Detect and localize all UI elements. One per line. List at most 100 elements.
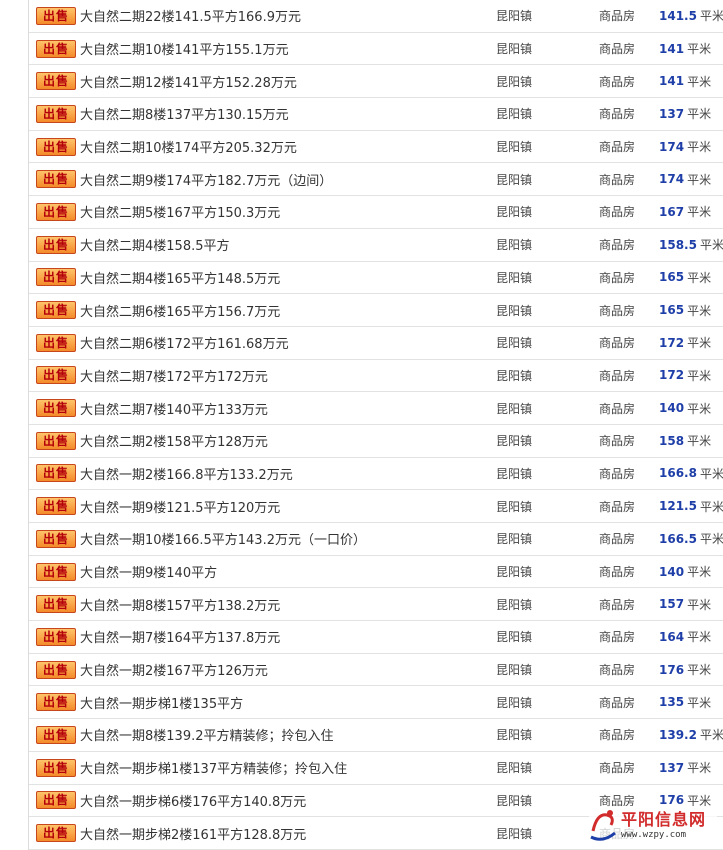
listing-property-type: 商品房	[599, 172, 636, 187]
listing-town: 昆阳镇	[496, 172, 533, 187]
listing-town: 昆阳镇	[496, 761, 533, 776]
for-sale-badge[interactable]: 出售	[36, 6, 76, 25]
listing-title-link[interactable]: 大自然一期步梯2楼161平方128.8万元	[80, 817, 306, 849]
listing-area-value: 174	[659, 139, 685, 154]
listing-row: 出售 大自然二期12楼141平方152.28万元 昆阳镇 商品房 141 平米	[29, 65, 723, 99]
for-sale-badge[interactable]: 出售	[36, 431, 76, 450]
for-sale-badge[interactable]: 出售	[36, 235, 76, 254]
listing-area: 140 平米	[659, 556, 711, 588]
for-sale-badge[interactable]: 出售	[36, 104, 76, 123]
listing-town: 昆阳镇	[496, 728, 533, 743]
listing-area-value: 141.5	[659, 8, 697, 23]
listing-title-link[interactable]: 大自然一期10楼166.5平方143.2万元（一口价）	[80, 523, 366, 555]
listing-area-unit: 平米	[687, 761, 712, 776]
for-sale-badge[interactable]: 出售	[36, 39, 76, 58]
listing-title-link[interactable]: 大自然一期8楼157平方138.2万元	[80, 588, 280, 620]
listing-title-link[interactable]: 大自然二期12楼141平方152.28万元	[80, 65, 297, 97]
for-sale-badge[interactable]: 出售	[36, 529, 76, 548]
listing-title-link[interactable]: 大自然二期2楼158平方128万元	[80, 425, 268, 457]
listing-row: 出售 大自然一期2楼166.8平方133.2万元 昆阳镇 商品房 166.8 平米	[29, 458, 723, 491]
listing-row: 出售 大自然一期7楼164平方137.8万元 昆阳镇 商品房 164 平米	[29, 621, 723, 654]
listing-area-unit: 平米	[699, 466, 723, 481]
for-sale-badge[interactable]: 出售	[36, 464, 76, 483]
listing-area-unit: 平米	[699, 728, 723, 743]
listing-property-type: 商品房	[599, 74, 636, 89]
listing-town: 昆阳镇	[496, 9, 533, 24]
for-sale-badge[interactable]: 出售	[36, 333, 76, 352]
listing-area-value: 164	[659, 629, 685, 644]
listing-area-value: 165	[659, 303, 685, 318]
listing-area-value: 166.8	[659, 466, 697, 481]
listing-area-unit: 平米	[687, 42, 712, 57]
listing-title-link[interactable]: 大自然一期步梯1楼135平方	[80, 686, 243, 718]
listing-area: 165 平米	[659, 294, 711, 326]
listing-area-unit: 平米	[687, 663, 712, 678]
listing-title-link[interactable]: 大自然一期9楼121.5平方120万元	[80, 490, 280, 522]
listing-title-link[interactable]: 大自然一期7楼164平方137.8万元	[80, 621, 280, 653]
listing-property-type: 商品房	[599, 42, 636, 57]
listing-title-link[interactable]: 大自然二期5楼167平方150.3万元	[80, 196, 280, 228]
listing-title-link[interactable]: 大自然二期4楼158.5平方	[80, 229, 230, 261]
listing-title-link[interactable]: 大自然二期10楼174平方205.32万元	[80, 131, 297, 163]
listing-area-unit: 平米	[687, 172, 712, 187]
listing-area: 139.2 平米	[659, 719, 723, 751]
for-sale-badge[interactable]: 出售	[36, 758, 76, 777]
for-sale-badge[interactable]: 出售	[36, 399, 76, 418]
for-sale-badge[interactable]: 出售	[36, 497, 76, 516]
listing-property-type: 商品房	[599, 107, 636, 122]
listing-title-link[interactable]: 大自然二期6楼172平方161.68万元	[80, 327, 289, 359]
for-sale-badge[interactable]: 出售	[36, 366, 76, 385]
listing-property-type: 商品房	[599, 761, 636, 776]
listing-property-type: 商品房	[599, 238, 636, 253]
listing-title-link[interactable]: 大自然一期步梯6楼176平方140.8万元	[80, 785, 306, 817]
property-listing: 出售 大自然二期22楼141.5平方166.9万元 昆阳镇 商品房 141.5 平米 出售大…	[29, 0, 723, 850]
listing-area-unit: 平米	[687, 205, 712, 220]
listing-area-unit: 平米	[687, 630, 712, 645]
listing-title-link[interactable]: 大自然一期9楼140平方	[80, 556, 217, 588]
listing-row: 出售 大自然一期9楼121.5平方120万元 昆阳镇 商品房 121.5 平米	[29, 490, 723, 523]
listing-title-link[interactable]: 大自然一期步梯1楼137平方精装修；拎包入住	[80, 752, 347, 784]
for-sale-badge[interactable]: 出售	[36, 562, 76, 581]
listing-area: 172 平米	[659, 327, 711, 359]
listing-area-unit: 平米	[687, 368, 712, 383]
listing-area-unit: 平米	[687, 303, 712, 318]
listing-title-link[interactable]: 大自然二期7楼140平方133万元	[80, 392, 268, 424]
for-sale-badge[interactable]: 出售	[36, 137, 76, 156]
listing-area: 141 平米	[659, 65, 711, 97]
listing-area: 164 平米	[659, 621, 711, 653]
for-sale-badge[interactable]: 出售	[36, 791, 76, 810]
listing-title-link[interactable]: 大自然二期8楼137平方130.15万元	[80, 98, 289, 130]
listing-title-link[interactable]: 大自然二期6楼165平方156.7万元	[80, 294, 280, 326]
for-sale-badge[interactable]: 出售	[36, 693, 76, 712]
for-sale-badge[interactable]: 出售	[36, 170, 76, 189]
for-sale-badge[interactable]: 出售	[36, 301, 76, 320]
listing-title-link[interactable]: 大自然二期10楼141平方155.1万元	[80, 33, 289, 65]
listing-title-link[interactable]: 大自然二期4楼165平方148.5万元	[80, 262, 280, 294]
listing-title-link[interactable]: 大自然一期2楼166.8平方133.2万元	[80, 458, 293, 490]
for-sale-badge[interactable]: 出售	[36, 595, 76, 614]
listing-row: 出售 大自然二期6楼165平方156.7万元 昆阳镇 商品房 165 平米	[29, 294, 723, 327]
listing-property-type: 商品房	[599, 466, 636, 481]
listing-area: 137 平米	[659, 98, 711, 130]
listing-area-value: 158.5	[659, 237, 697, 252]
listing-area-value: 172	[659, 368, 685, 383]
for-sale-badge[interactable]: 出售	[36, 725, 76, 744]
listing-row: 出售 大自然二期22楼141.5平方166.9万元 昆阳镇 商品房 141.5 平米	[29, 0, 723, 33]
listing-title-link[interactable]: 大自然二期9楼174平方182.7万元（边间）	[80, 163, 332, 195]
listing-town: 昆阳镇	[496, 238, 533, 253]
for-sale-badge[interactable]: 出售	[36, 268, 76, 287]
listing-area-unit: 平米	[699, 9, 723, 24]
for-sale-badge[interactable]: 出售	[36, 824, 76, 843]
listing-area-value: 141	[659, 74, 685, 89]
listing-town: 昆阳镇	[496, 630, 533, 645]
listing-title-link[interactable]: 大自然二期22楼141.5平方166.9万元	[80, 0, 301, 32]
listing-row: 出售 大自然一期步梯1楼137平方精装修；拎包入住 昆阳镇 商品房 137 平米	[29, 752, 723, 785]
for-sale-badge[interactable]: 出售	[36, 72, 76, 91]
listing-town: 昆阳镇	[496, 826, 533, 841]
for-sale-badge[interactable]: 出售	[36, 627, 76, 646]
listing-title-link[interactable]: 大自然二期7楼172平方172万元	[80, 360, 268, 392]
listing-title-link[interactable]: 大自然一期2楼167平方126万元	[80, 654, 268, 686]
listing-title-link[interactable]: 大自然一期8楼139.2平方精装修；拎包入住	[80, 719, 334, 751]
for-sale-badge[interactable]: 出售	[36, 660, 76, 679]
for-sale-badge[interactable]: 出售	[36, 202, 76, 221]
